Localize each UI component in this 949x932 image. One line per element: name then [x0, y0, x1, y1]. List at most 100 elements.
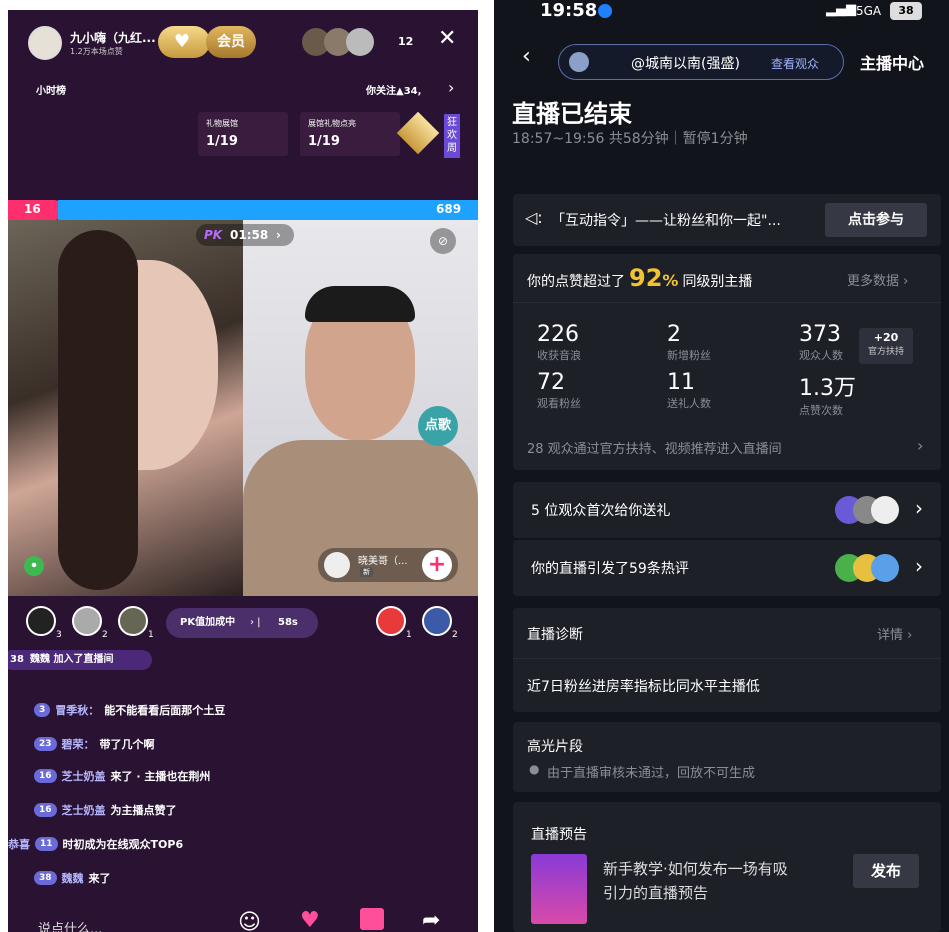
mute-icon[interactable]: ⊘ — [430, 228, 456, 254]
chat-user[interactable]: 芝士奶盖 — [62, 768, 106, 784]
chat-message[interactable]: 3 冒季秋： 能不能看看后面那个土豆 — [34, 702, 225, 718]
chat-user[interactable]: 恭喜 — [8, 836, 30, 852]
likes-beat[interactable]: 你的点赞超过了 92 % 同级别主播 — [527, 264, 752, 292]
hot-comments-card[interactable]: 你的直播引发了59条热评 › — [513, 540, 941, 596]
signal-icon: ▂▄▆ — [826, 2, 856, 17]
join-text: 魏魏 加入了直播间 — [30, 654, 114, 665]
chat-user[interactable]: 碧荣： — [62, 736, 95, 752]
account-pill[interactable]: @城南以南(强盛) 查看观众 — [558, 44, 844, 80]
hot-comments-text: 你的直播引发了59条热评 — [531, 561, 689, 577]
mic-icon[interactable]: ⏺ — [24, 556, 44, 576]
heart-icon[interactable]: ♥ — [300, 908, 320, 932]
chevron-right-icon: › — [915, 554, 923, 578]
join-level: 38 — [10, 654, 24, 665]
follow-rank[interactable]: 你关注▲34, — [366, 82, 421, 97]
gift-light[interactable]: 展馆礼物点亮 1/19 — [300, 112, 400, 156]
hourly-rank[interactable]: 小时榜 — [36, 82, 66, 97]
highlights-note: 由于直播审核未通过，回放不可生成 — [547, 766, 756, 781]
preview-text-line2: 引力的直播预告 — [603, 884, 709, 902]
viewer-count[interactable]: 12 — [398, 35, 413, 48]
vip-button[interactable]: 会员 — [206, 26, 256, 58]
stat-label: 观看粉丝 — [537, 397, 581, 410]
chevron-right-icon: › — [276, 228, 281, 242]
battery-icon: 38 — [890, 2, 922, 20]
stat-item[interactable]: 373 观众人数 — [799, 322, 843, 363]
stat-item[interactable]: 2 新增粉丝 — [667, 322, 711, 363]
diagnosis-detail-label: 详情 — [877, 628, 904, 643]
rank-avatar[interactable] — [118, 606, 148, 636]
rank-avatar[interactable] — [376, 606, 406, 636]
pk-progress-right — [58, 200, 478, 220]
rank-avatar[interactable] — [26, 606, 56, 636]
heart-badge[interactable]: ♥ — [158, 26, 210, 58]
stat-value: 373 — [799, 322, 841, 347]
chat-user[interactable]: 芝士奶盖 — [62, 802, 106, 818]
stat-item[interactable]: 72 观看粉丝 — [537, 370, 581, 411]
host-avatar[interactable] — [28, 26, 62, 60]
chat-user[interactable]: 冒季秋： — [55, 702, 99, 718]
chat-message[interactable]: 16 芝士奶盖 来了 · 主播也在荆州 — [34, 768, 210, 784]
account-avatar — [569, 52, 589, 72]
highlights-title: 高光片段 — [527, 739, 583, 755]
publish-button[interactable]: 发布 — [853, 854, 919, 888]
guest-avatar — [324, 552, 350, 578]
official-support-badge[interactable]: +20 官方扶持 — [859, 328, 913, 364]
carnival-badge[interactable]: 狂欢周 — [444, 114, 460, 158]
view-audience-link[interactable]: 查看观众 — [771, 55, 819, 72]
pk-status-pill[interactable]: PK值加成中 › | 58s — [166, 608, 318, 638]
pk-timer-value: 01:58 — [230, 228, 269, 242]
stat-item[interactable]: 226 收获音浪 — [537, 322, 581, 363]
chevron-right-icon[interactable]: › — [917, 436, 923, 455]
pk-logo: PK — [204, 228, 223, 242]
first-gift-card[interactable]: 5 位观众首次给你送礼 › — [513, 482, 941, 538]
chat-message[interactable]: 16 芝士奶盖 为主播点赞了 — [34, 802, 177, 818]
chat-text: 时初成为在线观众TOP6 — [62, 838, 184, 851]
gift-hall[interactable]: 礼物展馆 1/19 — [198, 112, 288, 156]
chat-message[interactable]: 38 魏魏 来了 — [34, 870, 111, 886]
more-data-link[interactable]: 更多数据 › — [847, 270, 908, 289]
emoji-icon[interactable]: ☺ — [238, 910, 261, 932]
preview-text-line1: 新手教学·如何发布一场有吸 — [603, 860, 788, 878]
diagnosis-card[interactable]: 直播诊断 详情 › 近7日粉丝进房率指标比同水平主播低 — [513, 608, 941, 712]
live-summary-panel: 19:58 ▂▄▆ 5GA 38 ‹ @城南以南(强盛) 查看观众 主播中心 直… — [494, 0, 949, 932]
stat-value: 11 — [667, 370, 695, 395]
pk-score-left: 16 — [24, 202, 41, 216]
anchor-center-link[interactable]: 主播中心 — [860, 50, 924, 74]
guest-tag: 新 — [360, 567, 373, 577]
interaction-card[interactable]: ◁: 「互动指令」——让粉丝和你一起"... 点击参与 — [513, 194, 941, 246]
diagnosis-text: 近7日粉丝进房率指标比同水平主播低 — [527, 679, 760, 695]
chat-user[interactable]: 魏魏 — [62, 870, 84, 886]
stat-label: 收获音浪 — [537, 349, 581, 362]
preview-thumbnail[interactable] — [531, 854, 587, 924]
share-icon[interactable]: ➦ — [422, 908, 440, 932]
page-title: 直播已结束 — [512, 100, 632, 128]
stat-item[interactable]: 11 送礼人数 — [667, 370, 711, 411]
level-badge: 16 — [34, 769, 57, 783]
chevron-right-icon[interactable]: › — [448, 78, 454, 97]
chat-message[interactable]: 恭喜 11 时初成为在线观众TOP6 — [8, 836, 183, 852]
live-room-panel: 九小嗨（九红... 1.2万本场点赞 ♥ 会员 12 ✕ 小时榜 你关注▲34,… — [8, 10, 478, 932]
chat-message[interactable]: 23 碧荣： 带了几个啊 — [34, 736, 155, 752]
level-badge: 16 — [34, 803, 57, 817]
back-icon[interactable]: ‹ — [522, 44, 531, 69]
viewer-avatar[interactable] — [346, 28, 374, 56]
song-request-button[interactable]: 点歌 — [418, 406, 458, 446]
close-icon[interactable]: ✕ — [438, 26, 456, 51]
follow-plus-button[interactable]: + — [422, 550, 452, 580]
gift-icon[interactable] — [360, 908, 384, 930]
level-badge: 3 — [34, 703, 51, 717]
comment-input[interactable]: 说点什么... — [38, 918, 102, 932]
rank-avatar[interactable] — [72, 606, 102, 636]
host-video[interactable] — [8, 220, 243, 596]
source-note[interactable]: 28 观众通过官方扶持、视频推荐进入直播间 — [527, 438, 782, 457]
likes-beat-suffix: 同级别主播 — [682, 274, 753, 290]
stat-label: 送礼人数 — [667, 397, 711, 410]
chat-text: 能不能看看后面那个土豆 — [104, 704, 226, 717]
pk-timer[interactable]: PK 01:58 › — [196, 224, 294, 246]
gift-box-icon — [396, 111, 440, 155]
rank-count: 1 — [406, 630, 412, 640]
rank-avatar[interactable] — [422, 606, 452, 636]
diagnosis-detail-link[interactable]: 详情 › — [877, 624, 912, 643]
join-button[interactable]: 点击参与 — [825, 203, 927, 237]
stat-item[interactable]: 1.3万 点赞次数 — [799, 370, 856, 418]
